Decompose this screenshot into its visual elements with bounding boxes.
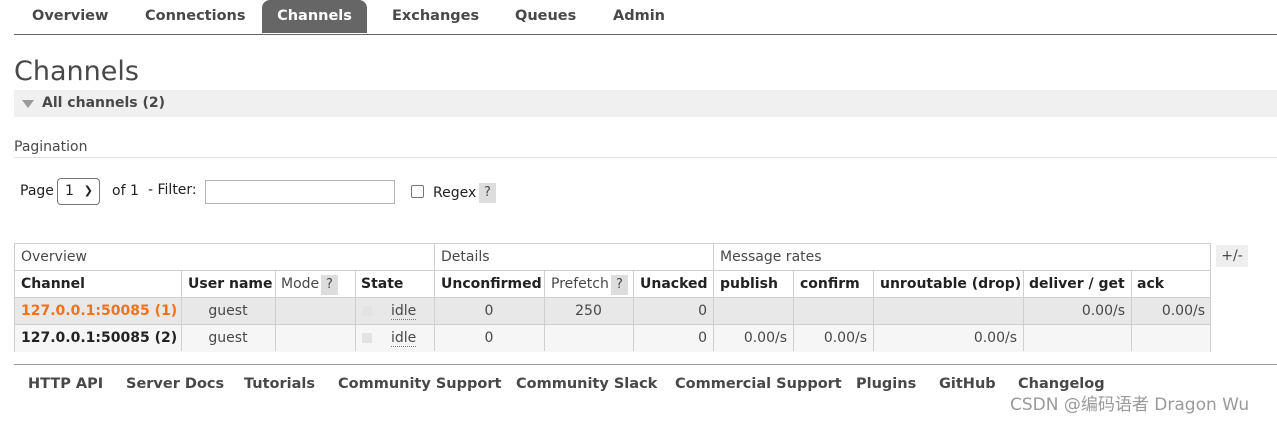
col-unconfirmed[interactable]: Unconfirmed xyxy=(441,271,542,298)
ack-cell xyxy=(1131,325,1205,352)
col-unacked[interactable]: Unacked xyxy=(640,271,708,298)
col-deliver-get[interactable]: deliver / get xyxy=(1029,271,1125,298)
footer-divider xyxy=(14,364,1277,365)
user-name-cell: guest xyxy=(208,330,248,346)
ack-cell: 0.00/s xyxy=(1161,303,1205,319)
regex-checkbox[interactable] xyxy=(411,185,424,198)
group-overview: Overview xyxy=(21,249,87,265)
col-prefetch[interactable]: Prefetch xyxy=(551,271,609,298)
col-channel[interactable]: Channel xyxy=(21,271,85,298)
col-ack[interactable]: ack xyxy=(1137,271,1164,298)
top-nav: Overview Connections Channels Exchanges … xyxy=(14,0,1277,35)
prefetch-cell: 250 xyxy=(575,303,602,319)
unconfirmed-cell: 0 xyxy=(484,303,494,319)
tab-exchanges[interactable]: Exchanges xyxy=(392,0,479,33)
page-of-label: of 1 xyxy=(112,183,139,199)
footer-link-commercial-support[interactable]: Commercial Support xyxy=(675,376,842,392)
state-idle: idle xyxy=(391,330,417,347)
pagination-divider xyxy=(14,157,1277,158)
footer-link-server-docs[interactable]: Server Docs xyxy=(126,376,224,392)
chevron-down-icon: ❯ xyxy=(83,184,93,197)
publish-cell: 0.00/s xyxy=(743,330,787,346)
group-details: Details xyxy=(441,249,490,265)
mode-cell xyxy=(275,298,355,325)
unacked-cell: 0 xyxy=(698,330,707,346)
footer-link-http-api[interactable]: HTTP API xyxy=(28,376,103,392)
footer-link-github[interactable]: GitHub xyxy=(939,376,996,392)
page-title: Channels xyxy=(14,56,139,87)
confirm-cell: 0.00/s xyxy=(823,330,867,346)
deliver-get-cell xyxy=(1023,325,1125,352)
prefetch-help-icon[interactable]: ? xyxy=(611,275,628,295)
state-idle: idle xyxy=(391,303,417,320)
tab-connections[interactable]: Connections xyxy=(145,0,246,33)
tab-channels[interactable]: Channels xyxy=(262,0,367,33)
column-toggle-button[interactable]: +/- xyxy=(1216,245,1248,267)
col-confirm[interactable]: confirm xyxy=(800,271,860,298)
filter-label: - Filter: xyxy=(148,182,197,198)
regex-help-icon[interactable]: ? xyxy=(479,183,496,203)
state-indicator-icon xyxy=(362,333,372,343)
footer-link-plugins[interactable]: Plugins xyxy=(856,376,916,392)
tab-admin[interactable]: Admin xyxy=(613,0,665,33)
section-label: All channels (2) xyxy=(42,95,165,111)
tab-queues[interactable]: Queues xyxy=(515,0,576,33)
col-publish[interactable]: publish xyxy=(720,271,778,298)
publish-cell xyxy=(713,298,787,325)
tab-overview[interactable]: Overview xyxy=(32,0,108,33)
regex-label: Regex xyxy=(433,185,477,201)
user-name-cell: guest xyxy=(208,303,248,319)
unroutable-cell xyxy=(873,298,1017,325)
mode-help-icon[interactable]: ? xyxy=(321,275,338,295)
page-label: Page xyxy=(20,183,54,199)
filter-input[interactable] xyxy=(205,180,395,204)
collapse-triangle-icon xyxy=(22,100,34,108)
col-user-name[interactable]: User name xyxy=(188,271,272,298)
channel-link[interactable]: 127.0.0.1:50085 (1) xyxy=(21,298,177,325)
footer-link-tutorials[interactable]: Tutorials xyxy=(244,376,315,392)
channels-table: Overview Details Message rates Channel U… xyxy=(14,243,1211,352)
prefetch-cell xyxy=(544,325,633,352)
unroutable-cell: 0.00/s xyxy=(973,330,1017,346)
group-message-rates: Message rates xyxy=(720,249,822,265)
unconfirmed-cell: 0 xyxy=(484,330,494,346)
mode-cell xyxy=(275,325,355,352)
pagination-heading: Pagination xyxy=(14,139,88,155)
footer-link-community-slack[interactable]: Community Slack xyxy=(516,376,657,392)
state-indicator-icon xyxy=(362,306,372,316)
footer-link-community-support[interactable]: Community Support xyxy=(338,376,501,392)
col-unroutable-drop[interactable]: unroutable (drop) xyxy=(880,271,1021,298)
deliver-get-cell: 0.00/s xyxy=(1081,303,1125,319)
unacked-cell: 0 xyxy=(698,303,707,319)
col-mode[interactable]: Mode xyxy=(281,271,319,298)
page-select-value: 1 xyxy=(65,183,74,199)
all-channels-section-toggle[interactable]: All channels (2) xyxy=(14,90,1277,117)
col-state[interactable]: State xyxy=(361,271,403,298)
watermark: CSDN @编码语者 Dragon Wu xyxy=(1010,395,1250,415)
channel-link[interactable]: 127.0.0.1:50085 (2) xyxy=(21,325,177,352)
page-select[interactable]: 1 ❯ xyxy=(57,178,100,205)
confirm-cell xyxy=(793,298,867,325)
